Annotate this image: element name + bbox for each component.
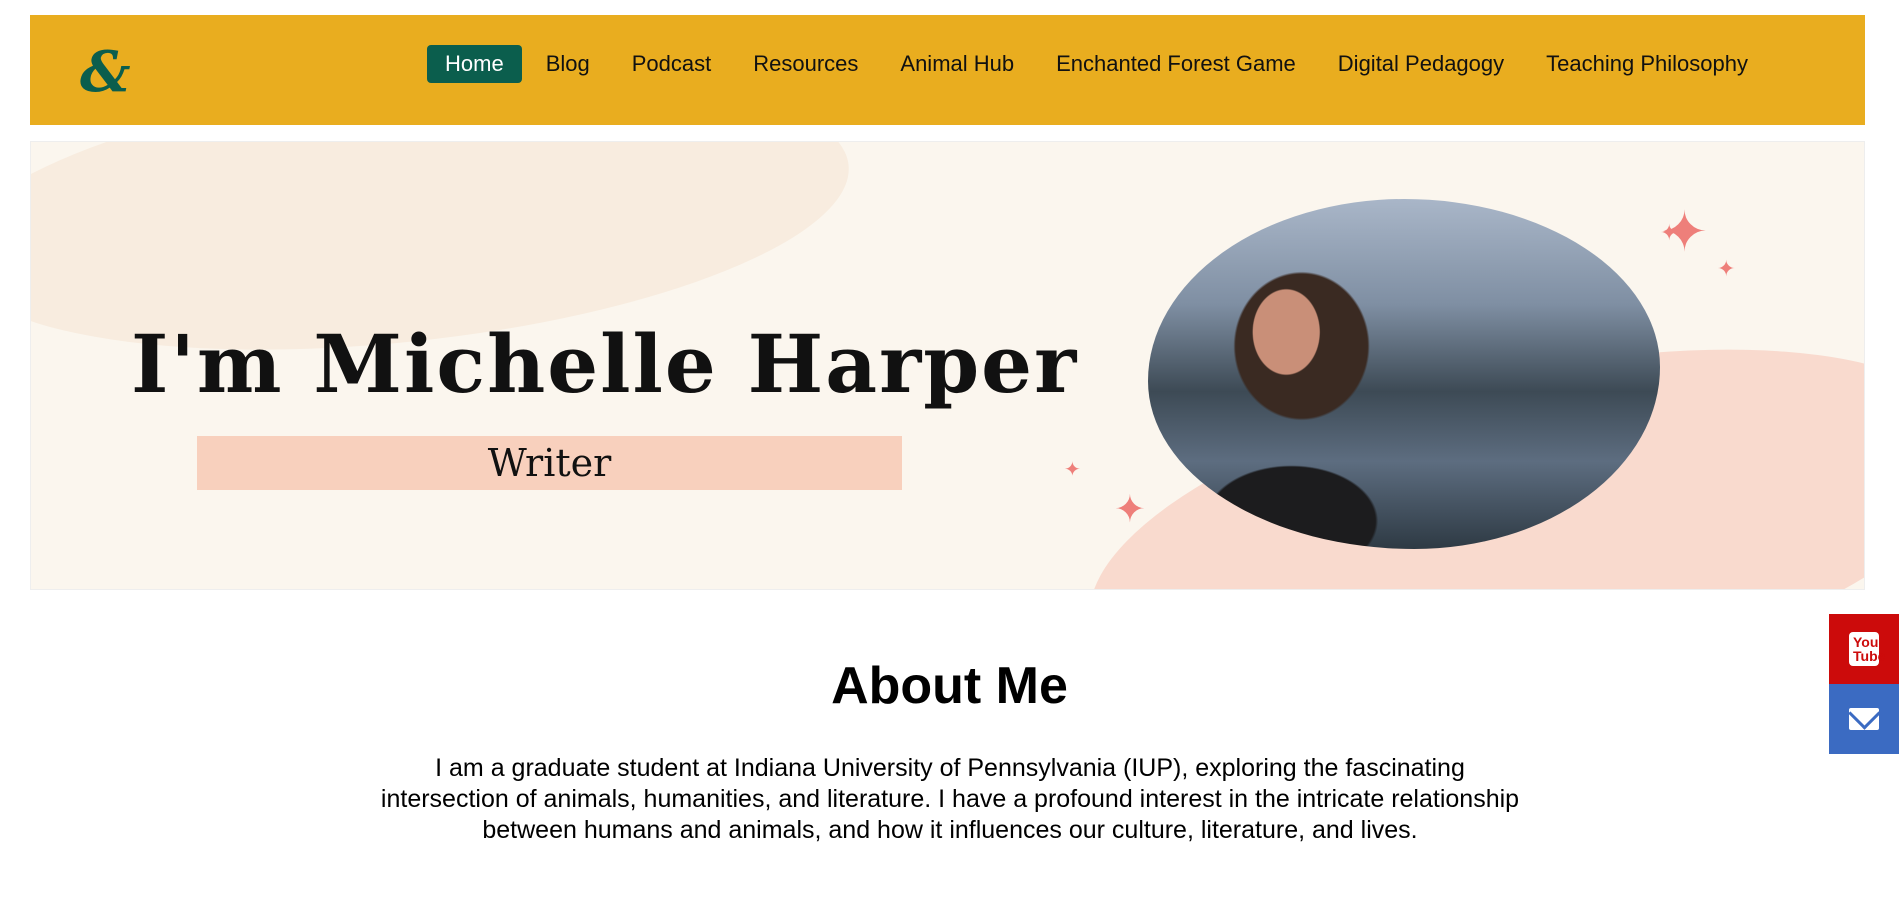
about-title: About Me (831, 657, 1068, 715)
about-text: I am a graduate student at Indiana Unive… (380, 754, 1520, 844)
sparkle-icon: ✦ (1064, 459, 1081, 481)
nav-digital-pedagogy[interactable]: Digital Pedagogy (1320, 45, 1522, 83)
nav-enchanted-forest-game[interactable]: Enchanted Forest Game (1038, 45, 1314, 83)
profile-photo (1148, 199, 1660, 549)
site-header: & Home Blog Podcast Resources Animal Hub… (30, 15, 1865, 125)
nav-podcast[interactable]: Podcast (614, 45, 730, 83)
hero-name: I'm Michelle Harper (131, 317, 1079, 411)
hero-role: Writer (197, 436, 902, 490)
nav-animal-hub[interactable]: Animal Hub (882, 45, 1032, 83)
hero-banner: I'm Michelle Harper Writer ✦ ✦ ✦ ✦ ✦ (30, 141, 1865, 590)
main-nav: Home Blog Podcast Resources Animal Hub E… (427, 45, 1772, 83)
sparkle-icon: ✦ (1114, 489, 1146, 531)
nav-blog[interactable]: Blog (528, 45, 608, 83)
sparkle-icon: ✦ (1660, 220, 1679, 245)
nav-resources[interactable]: Resources (735, 45, 876, 83)
sparkle-icon: ✦ (1717, 256, 1736, 281)
nav-home[interactable]: Home (427, 45, 522, 83)
site-logo[interactable]: & (80, 41, 160, 103)
nav-teaching-philosophy[interactable]: Teaching Philosophy (1528, 45, 1766, 83)
